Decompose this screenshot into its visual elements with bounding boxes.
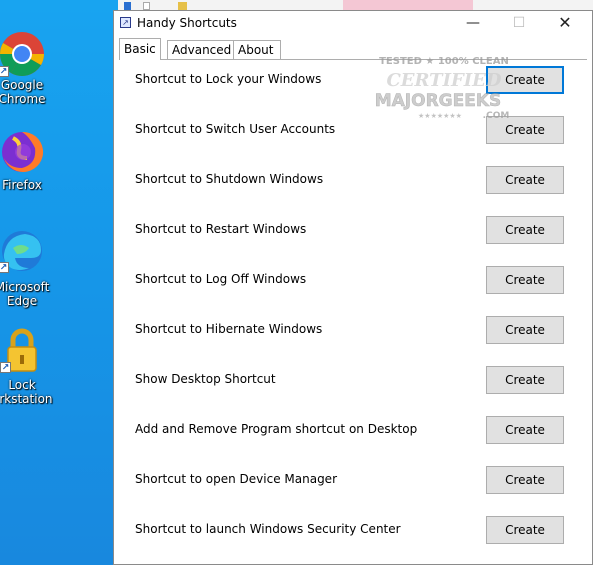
tab-about[interactable]: About	[233, 40, 281, 59]
background-doc-icon	[143, 2, 150, 10]
desktop-icon-label: orkstation	[0, 392, 53, 406]
desktop-icon-label: Microsoft	[0, 280, 50, 294]
list-item: Shortcut to Switch User Accounts Create	[119, 110, 587, 150]
background-highlight	[343, 0, 473, 10]
list-item: Shortcut to launch Windows Security Cent…	[119, 510, 587, 550]
shortcut-label: Shortcut to launch Windows Security Cent…	[135, 522, 401, 536]
desktop-icon-label: Firefox	[2, 178, 42, 192]
create-lock-button[interactable]: Create	[486, 66, 564, 94]
shortcut-label: Shortcut to Lock your Windows	[135, 72, 322, 86]
list-item: Shortcut to Shutdown Windows Create	[119, 160, 587, 200]
shortcut-arrow-icon: ↗	[0, 66, 9, 77]
shortcut-label: Shortcut to Switch User Accounts	[135, 122, 336, 136]
minimize-button[interactable]: —	[450, 11, 496, 37]
desktop-icon-label: Chrome	[0, 92, 46, 106]
desktop-icon-edge[interactable]: ↗ Microsoft Edge	[0, 228, 52, 308]
list-item: Shortcut to Hibernate Windows Create	[119, 310, 587, 350]
close-button[interactable]: ✕	[542, 11, 588, 37]
shortcut-label: Shortcut to Log Off Windows	[135, 272, 307, 286]
background-folder-icon	[178, 2, 187, 10]
tab-advanced[interactable]: Advanced	[167, 40, 234, 59]
desktop-icon-label: Google	[0, 78, 44, 92]
create-shutdown-button[interactable]: Create	[486, 166, 564, 194]
shortcut-label: Shortcut to Hibernate Windows	[135, 322, 323, 336]
create-show-desktop-button[interactable]: Create	[486, 366, 564, 394]
list-item: Add and Remove Program shortcut on Deskt…	[119, 410, 587, 450]
basic-tab-panel: Shortcut to Lock your Windows Create Sho…	[119, 59, 587, 563]
create-device-manager-button[interactable]: Create	[486, 466, 564, 494]
list-item: Shortcut to Log Off Windows Create	[119, 260, 587, 300]
handy-shortcuts-window: ↗ Handy Shortcuts — ☐ ✕ Basic Advanced A…	[113, 10, 593, 565]
create-security-center-button[interactable]: Create	[486, 516, 564, 544]
list-item: Show Desktop Shortcut Create	[119, 360, 587, 400]
list-item: Shortcut to open Device Manager Create	[119, 460, 587, 500]
create-hibernate-button[interactable]: Create	[486, 316, 564, 344]
create-restart-button[interactable]: Create	[486, 216, 564, 244]
tab-basic[interactable]: Basic	[119, 38, 161, 60]
desktop-icon-firefox[interactable]: Firefox	[0, 128, 52, 192]
list-item: Shortcut to Restart Windows Create	[119, 210, 587, 250]
desktop-icon-label: Edge	[6, 294, 38, 308]
desktop-icon-chrome[interactable]: ↗ Google Chrome	[0, 30, 52, 106]
shortcut-label: Show Desktop Shortcut	[135, 372, 276, 386]
shortcut-label: Shortcut to open Device Manager	[135, 472, 338, 486]
create-logoff-button[interactable]: Create	[486, 266, 564, 294]
firefox-icon	[2, 131, 44, 172]
window-title: Handy Shortcuts	[137, 16, 237, 30]
background-app-icon	[124, 2, 131, 10]
shortcut-label: Shortcut to Shutdown Windows	[135, 172, 324, 186]
shortcut-label: Shortcut to Restart Windows	[135, 222, 307, 236]
list-item: Shortcut to Lock your Windows Create	[119, 60, 587, 100]
create-add-remove-programs-button[interactable]: Create	[486, 416, 564, 444]
app-icon: ↗	[120, 17, 131, 28]
desktop-icon-lock-workstation[interactable]: ↗ Lock orkstation	[0, 328, 53, 406]
desktop-icon-label: Lock	[8, 378, 36, 392]
title-bar[interactable]: ↗ Handy Shortcuts — ☐ ✕	[114, 11, 592, 37]
create-switch-user-button[interactable]: Create	[486, 116, 564, 144]
shortcut-arrow-icon: ↗	[0, 362, 11, 373]
maximize-button[interactable]: ☐	[496, 11, 542, 37]
shortcut-arrow-icon: ↗	[0, 262, 9, 273]
shortcut-label: Add and Remove Program shortcut on Deskt…	[135, 422, 418, 436]
